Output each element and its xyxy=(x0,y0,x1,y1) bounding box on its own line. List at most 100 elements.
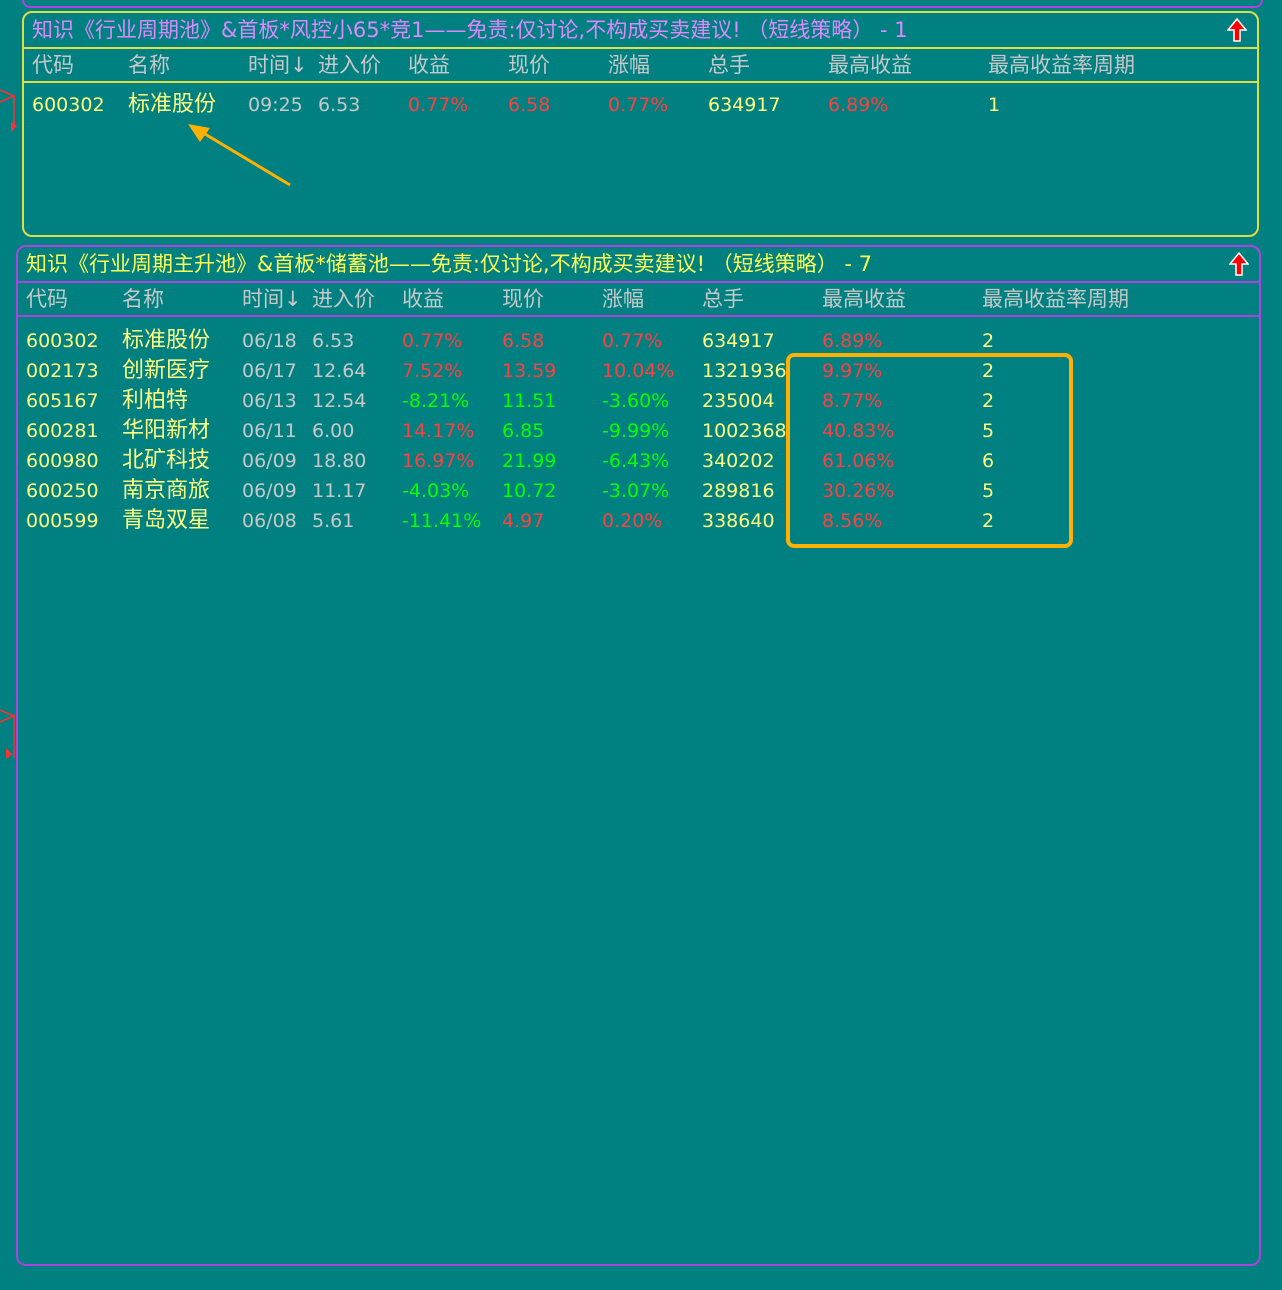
header-col-price[interactable]: 现价 xyxy=(502,283,544,315)
cell-entry-price: 6.53 xyxy=(318,94,361,116)
cell-max-gain-period: 2 xyxy=(982,330,995,352)
header-col-name[interactable]: 名称 xyxy=(122,283,164,315)
cell-gain: -8.21% xyxy=(402,390,470,412)
cell-max-gain-period: 1 xyxy=(988,94,1001,116)
cell-entry-price: 6.00 xyxy=(312,420,355,442)
cell-change: -3.07% xyxy=(602,480,670,502)
cell-change: -6.43% xyxy=(602,450,670,472)
cell-entry-price: 12.54 xyxy=(312,390,367,412)
cell-volume: 289816 xyxy=(702,480,775,502)
cell-time: 09:25 xyxy=(248,94,303,116)
cell-change: -3.60% xyxy=(602,390,670,412)
cell-price: 6.58 xyxy=(502,330,545,352)
cell-time: 06/09 xyxy=(242,480,297,502)
cell-gain: 16.97% xyxy=(402,450,475,472)
header-col-volume[interactable]: 总手 xyxy=(708,49,750,81)
cell-code: 605167 xyxy=(26,390,99,412)
cell-gain: 0.77% xyxy=(402,330,463,352)
cell-volume: 634917 xyxy=(702,330,775,352)
header-col-entry-price[interactable]: 进入价 xyxy=(312,283,375,315)
header-col-name[interactable]: 名称 xyxy=(128,49,170,81)
left-marker-icon xyxy=(0,709,16,758)
cell-name: 利柏特 xyxy=(122,388,189,413)
cell-entry-price: 11.17 xyxy=(312,480,367,502)
cell-time: 06/08 xyxy=(242,510,297,532)
cell-change: 0.20% xyxy=(602,510,663,532)
cell-name: 标准股份 xyxy=(122,328,211,353)
cell-change: 0.77% xyxy=(608,94,669,116)
cell-code: 002173 xyxy=(26,360,99,382)
cell-name: 南京商旅 xyxy=(122,478,211,503)
highlight-box xyxy=(786,353,1073,548)
cell-max-gain: 6.89% xyxy=(828,94,889,116)
cell-time: 06/18 xyxy=(242,330,297,352)
cell-entry-price: 12.64 xyxy=(312,360,367,382)
header-col-max-gain[interactable]: 最高收益 xyxy=(828,49,912,81)
header-col-change[interactable]: 涨幅 xyxy=(602,283,644,315)
cell-price: 10.72 xyxy=(502,480,557,502)
cell-name: 华阳新材 xyxy=(122,418,211,443)
header-col-max-gain[interactable]: 最高收益 xyxy=(822,283,906,315)
cell-volume: 1321936 xyxy=(702,360,787,382)
stock-pool-panel-2: 知识《行业周期主升池》&首板*储蓄池——免责:仅讨论,不构成买卖建议! （短线策… xyxy=(16,245,1261,1266)
cell-entry-price: 6.53 xyxy=(312,330,355,352)
header-col-code[interactable]: 代码 xyxy=(32,49,74,81)
cell-change: -9.99% xyxy=(602,420,670,442)
header-col-max-gain-period[interactable]: 最高收益率周期 xyxy=(988,49,1135,81)
cell-time: 06/09 xyxy=(242,450,297,472)
cell-code: 600980 xyxy=(26,450,99,472)
header-col-gain[interactable]: 收益 xyxy=(402,283,444,315)
annotation-arrow-icon xyxy=(188,124,291,187)
cell-volume: 235004 xyxy=(702,390,775,412)
cell-volume: 340202 xyxy=(702,450,775,472)
cell-time: 06/13 xyxy=(242,390,297,412)
header-col-max-gain-period[interactable]: 最高收益率周期 xyxy=(982,283,1129,315)
cell-code: 600281 xyxy=(26,420,99,442)
cell-change: 10.04% xyxy=(602,360,675,382)
header-col-change[interactable]: 涨幅 xyxy=(608,49,650,81)
previous-panel-edge xyxy=(22,0,1263,8)
header-col-price[interactable]: 现价 xyxy=(508,49,550,81)
cell-price: 4.97 xyxy=(502,510,545,532)
cell-name: 青岛双星 xyxy=(122,508,211,533)
table-header: 代码 名称 时间↓ 进入价 收益 现价 涨幅 总手 最高收益 最高收益率周期 xyxy=(24,49,1257,83)
cell-volume: 1002368 xyxy=(702,420,787,442)
header-col-volume[interactable]: 总手 xyxy=(702,283,744,315)
cell-price: 6.58 xyxy=(508,94,551,116)
cell-entry-price: 18.80 xyxy=(312,450,367,472)
cell-price: 21.99 xyxy=(502,450,557,472)
cell-code: 000599 xyxy=(26,510,99,532)
cell-entry-price: 5.61 xyxy=(312,510,355,532)
table-row[interactable]: 600302 标准股份 09:25 6.53 0.77% 6.58 0.77% 634917 6… xyxy=(24,90,1257,120)
panel-title: 知识《行业周期池》&首板*风控小65*竞1——免责:仅讨论,不构成买卖建议! （… xyxy=(24,13,1257,49)
cell-name: 创新医疗 xyxy=(122,358,211,383)
left-marker-icon xyxy=(0,89,17,132)
cell-volume: 338640 xyxy=(702,510,775,532)
scroll-up-icon[interactable] xyxy=(1229,252,1249,276)
cell-gain: 14.17% xyxy=(402,420,475,442)
cell-gain: -11.41% xyxy=(402,510,482,532)
cell-time: 06/11 xyxy=(242,420,297,442)
cell-volume: 634917 xyxy=(708,94,781,116)
header-col-code[interactable]: 代码 xyxy=(26,283,68,315)
cell-time: 06/17 xyxy=(242,360,297,382)
scroll-up-icon[interactable] xyxy=(1227,18,1247,42)
cell-code: 600250 xyxy=(26,480,99,502)
header-col-time[interactable]: 时间↓ xyxy=(242,283,302,315)
cell-change: 0.77% xyxy=(602,330,663,352)
header-col-time[interactable]: 时间↓ xyxy=(248,49,308,81)
cell-name: 标准股份 xyxy=(128,92,217,117)
table-row[interactable]: 600302 标准股份 06/18 6.53 0.77% 6.58 0.77% 634917 6… xyxy=(18,326,1259,356)
header-col-entry-price[interactable]: 进入价 xyxy=(318,49,381,81)
cell-name: 北矿科技 xyxy=(122,448,211,473)
cell-max-gain: 6.89% xyxy=(822,330,883,352)
header-col-gain[interactable]: 收益 xyxy=(408,49,450,81)
cell-gain: -4.03% xyxy=(402,480,470,502)
cell-code: 600302 xyxy=(32,94,105,116)
cell-gain: 7.52% xyxy=(402,360,463,382)
cell-price: 11.51 xyxy=(502,390,557,412)
table-header: 代码 名称 时间↓ 进入价 收益 现价 涨幅 总手 最高收益 最高收益率周期 xyxy=(18,283,1259,317)
cell-price: 13.59 xyxy=(502,360,557,382)
cell-gain: 0.77% xyxy=(408,94,469,116)
panel-title: 知识《行业周期主升池》&首板*储蓄池——免责:仅讨论,不构成买卖建议! （短线策… xyxy=(18,247,1259,283)
